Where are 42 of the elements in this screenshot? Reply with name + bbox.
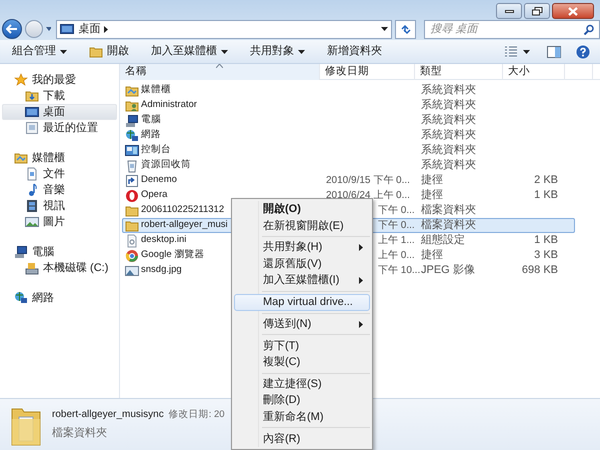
file-type: 系統資料夾 (421, 99, 476, 112)
file-name: snsdg.jpg (141, 263, 182, 278)
modified-date: 2010/6/24 上午 0... (326, 190, 410, 201)
modified-date: 下午 0... (378, 220, 415, 231)
file-type: 捷徑 (421, 189, 443, 202)
file-name: 資源回收筒 (141, 158, 191, 172)
modified-date: 2010/9/15 下午 0... (326, 175, 410, 186)
item-name: robert-allgeyer_musisync (52, 408, 164, 422)
file-type: 系統資料夾 (421, 144, 476, 156)
file-type: 系統資料夾 (421, 84, 476, 96)
item-type: 檔案資料夾 (52, 426, 108, 442)
file-size: 2 KB (534, 173, 558, 188)
file-type: 檔案資料夾 (421, 204, 476, 216)
modified-date: 下午 0... (378, 205, 415, 216)
file-size: 698 KB (522, 263, 558, 278)
file-name: robert-allgeyer_musi (141, 218, 228, 232)
file-type: JPEG 影像 (421, 264, 475, 276)
file-type: 系統資料夾 (421, 129, 476, 142)
modified-label: 修改日期: 20 (168, 408, 225, 422)
file-name: 電腦 (141, 113, 161, 128)
file-size: 1 KB (534, 188, 558, 204)
file-size: 1 KB (534, 233, 558, 248)
file-name: Google 瀏覽器 (141, 248, 204, 262)
file-name: 網路 (141, 128, 161, 142)
file-name: Administrator (141, 98, 197, 112)
file-type: 組態設定 (421, 234, 465, 246)
file-size: 3 KB (534, 248, 558, 264)
file-name: 媒體櫃 (141, 83, 171, 98)
file-name: Denemo (141, 173, 177, 188)
file-type: 檔案資料夾 (421, 219, 476, 232)
file-name: Opera (141, 188, 168, 202)
search-placeholder: 搜尋 桌面 (430, 22, 478, 37)
file-type: 捷徑 (421, 174, 443, 186)
file-type: 系統資料夾 (421, 159, 476, 172)
modified-date: 上午 1... (378, 235, 415, 246)
modified-date: 下午 10... (378, 265, 420, 276)
file-type: 捷徑 (421, 249, 443, 262)
file-name: 2006110225211312 (141, 203, 224, 218)
file-name: 控制台 (141, 143, 171, 158)
modified-date: 上午 0... (378, 250, 415, 261)
file-name: desktop.ini (141, 233, 186, 248)
file-type: 系統資料夾 (421, 114, 476, 126)
